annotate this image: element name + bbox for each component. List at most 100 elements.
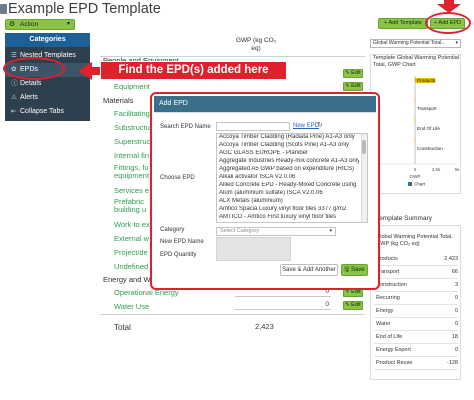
save-and-add-another-button[interactable]: Save & Add Another (280, 264, 338, 276)
row-prefabricated[interactable]: Prefabric building u (114, 198, 150, 214)
chart-tick-label: 0 (414, 167, 417, 172)
chart-tick-label: 5k (455, 167, 460, 172)
row-internal-finishes[interactable]: Internal fin (114, 151, 149, 160)
row-services[interactable]: Services e (114, 186, 149, 195)
divider (374, 369, 458, 370)
refresh-icon[interactable]: ↻ (317, 121, 323, 129)
bell-icon: ⚠ (11, 94, 17, 101)
epd-option[interactable]: AMTICO - Amtico First luxury vinyl floor… (219, 214, 359, 220)
annotation-down-arrow-icon (437, 0, 461, 13)
divider (374, 317, 458, 318)
sidebar-item-label: Categories (29, 36, 66, 43)
add-template-button[interactable]: + Add Template (378, 18, 428, 29)
summary-label: Construction (376, 282, 407, 288)
total-value: 2,423 (255, 322, 274, 331)
chart-legend-swatch (408, 182, 412, 186)
epd-option[interactable]: Allied Concrete EPD - Ready-Mixed Concre… (219, 182, 359, 188)
template-icon (0, 4, 7, 14)
epd-option[interactable]: ALX Metals (aluminium) (219, 198, 359, 204)
summary-value: 2,423 (444, 256, 458, 262)
row-water-use[interactable]: Water Use (114, 302, 149, 311)
summary-value: 18 (451, 334, 458, 340)
chart-category-label: Transport (417, 106, 437, 111)
summary-value: 0 (454, 321, 458, 327)
chart-title: Template Global Warming Potential Total,… (373, 55, 460, 68)
summary-label: Water (376, 321, 391, 327)
chevron-down-icon: ▾ (66, 21, 70, 27)
new-epd-name-label: New EPD Name (160, 239, 204, 245)
row-facilitating[interactable]: Facilitating (114, 109, 150, 118)
sidebar-item-label: Alerts (20, 94, 38, 101)
divider (374, 343, 458, 344)
row-fittings[interactable]: Fittings, fu equipment (114, 164, 150, 180)
chart-bar (415, 138, 416, 143)
page-title: Example EPD Template (8, 1, 161, 17)
pencil-icon: ✎ (345, 302, 350, 308)
epd-option[interactable]: Aggregate Industries Ready-mix concrete … (219, 158, 359, 164)
epd-option[interactable]: Accoya Timber Cladding (Scots Pine) A1-A… (219, 142, 359, 148)
pencil-icon: ✎ (345, 70, 350, 76)
row-work-to-existing[interactable]: Work to ex (114, 220, 150, 229)
impact-category-value: Global Warming Potential Total... (373, 40, 446, 46)
gear-icon: ⚙ (9, 21, 16, 28)
choose-epd-label: Choose EPD (160, 175, 195, 181)
summary-value: 0 (454, 347, 458, 353)
summary-label: Energy (376, 308, 394, 314)
chart-tick-label: 2.5k (432, 167, 441, 172)
summary-value: -128 (446, 360, 458, 366)
divider (374, 356, 458, 357)
epd-option[interactable]: Accoya Timber Cladding (Radiata Pine) A1… (219, 134, 359, 140)
annotation-left-arrow-icon (78, 62, 102, 80)
edit-button[interactable]: ✎ Edit (343, 301, 363, 310)
sidebar-item-categories[interactable]: Categories (5, 33, 90, 47)
sidebar-item-alerts[interactable]: ⚠ Alerts (5, 91, 90, 105)
epd-quantity-input[interactable] (216, 237, 291, 261)
chart-legend-label: Chart (414, 182, 426, 187)
row-project-design[interactable]: Project/de (114, 248, 148, 257)
chart-axis-label: GWP (410, 174, 421, 179)
impact-category-select[interactable]: Global Warming Potential Total... ▾ (370, 39, 461, 48)
save-icon: 🖫 (344, 267, 350, 273)
epd-option[interactable]: Amtico Spacia Luxury vinyl floor tiles 3… (219, 206, 359, 212)
summary-label: End of Life (376, 334, 403, 340)
save-button[interactable]: 🖫 Save (341, 264, 368, 276)
chevron-down-icon: ▾ (329, 228, 332, 234)
summary-label: Energy Export (376, 347, 411, 353)
edit-button[interactable]: ✎ Edit (343, 82, 363, 91)
modal-title: Add EPD (154, 96, 376, 112)
epd-option[interactable]: Aggregated A5 GWP based on expenditure (… (219, 166, 359, 172)
row-undefined[interactable]: Undefined (114, 262, 148, 271)
summary-title: Template Summary (376, 215, 432, 222)
divider (100, 314, 365, 315)
new-epd-link[interactable]: New EPD (293, 123, 319, 129)
row-external-works[interactable]: External w (114, 234, 149, 243)
divider (374, 291, 458, 292)
category-placeholder: Select Category (220, 228, 260, 234)
chart-category-label: Products (417, 78, 436, 83)
section-materials: Materials (103, 96, 134, 105)
summary-value: 0 (454, 308, 458, 314)
gwp-bar-chart: Products Transport End Of Life Construction… (371, 76, 460, 187)
collapse-icon: ⇤ (11, 108, 17, 115)
epd-option[interactable]: AGC GLASS EUROPE - Planibel (219, 150, 359, 156)
epd-quantity-label: EPD Quantity (160, 252, 197, 258)
summary-header: Global Warming Potential Total, GWP (kg … (376, 234, 453, 247)
category-select[interactable]: Select Category ▾ (216, 227, 336, 236)
action-label: Action (20, 21, 39, 28)
category-label: Category (160, 227, 185, 233)
summary-label: Recurring (376, 295, 400, 301)
divider (154, 112, 376, 113)
row-water-use-value: 0 (235, 301, 331, 310)
sidebar-item-collapse-tabs[interactable]: ⇤ Collapse Tabs (5, 105, 90, 119)
search-epd-input[interactable] (216, 122, 290, 131)
epd-option[interactable]: Alum (aluminium sulfate) ISCA V2.0.06 (219, 190, 359, 196)
edit-button[interactable]: ✎ Edit (343, 69, 363, 78)
search-label: Search EPD Name (160, 124, 211, 130)
divider (374, 265, 458, 266)
row-equipment[interactable]: Equipment (114, 82, 150, 91)
annotation-circle (3, 57, 65, 80)
action-dropdown-button[interactable]: ⚙ Action ▾ (5, 19, 75, 30)
epd-option[interactable]: Alkali activator ISCA V2.0.06 (219, 174, 359, 180)
divider (374, 304, 458, 305)
scrollbar-thumb[interactable] (362, 140, 366, 154)
